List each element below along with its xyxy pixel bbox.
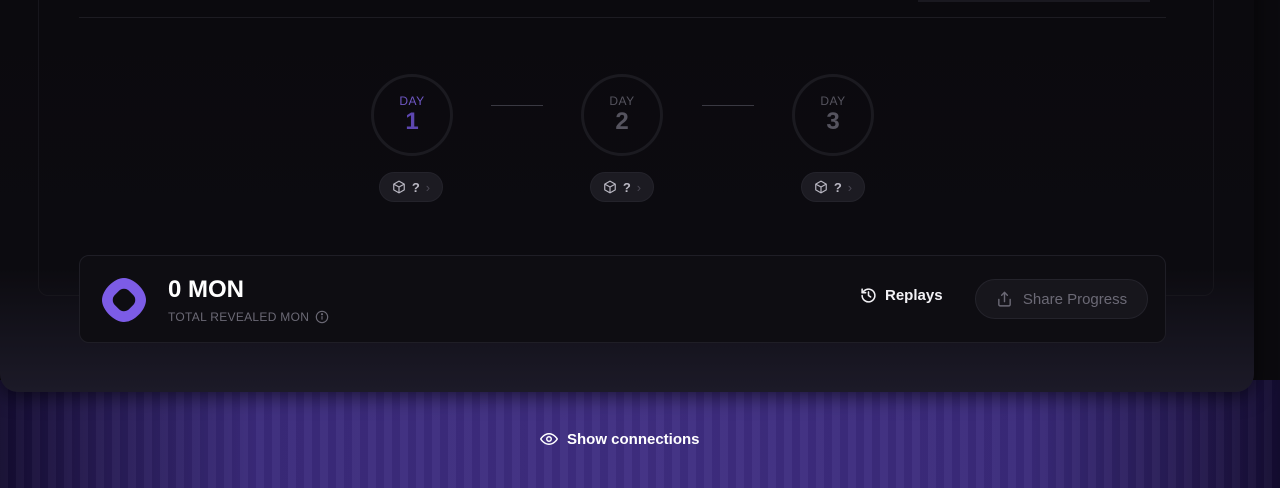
day-label: DAY <box>609 94 635 108</box>
show-connections-label: Show connections <box>567 430 700 448</box>
day-2-reward-chip[interactable]: ? › <box>590 172 654 202</box>
step-connector <box>491 105 543 106</box>
chip-value: ? <box>833 179 842 195</box>
day-1-reward-chip[interactable]: ? › <box>379 172 443 202</box>
day-3-reward-chip[interactable]: ? › <box>801 172 865 202</box>
chip-value: ? <box>411 179 420 195</box>
show-connections-button[interactable]: Show connections <box>540 430 700 448</box>
share-progress-button[interactable]: Share Progress <box>975 279 1148 319</box>
top-divider-stub <box>918 0 1150 2</box>
cube-icon <box>393 180 405 194</box>
amount-label-text: TOTAL REVEALED MON <box>168 310 310 324</box>
day-step-3: DAY 3 <box>792 74 874 156</box>
cube-icon <box>815 180 827 194</box>
share-progress-label: Share Progress <box>1022 290 1128 308</box>
share-icon <box>998 291 1011 307</box>
step-connector <box>702 105 754 106</box>
day-number: 3 <box>826 108 840 135</box>
mon-logo-icon <box>102 278 146 322</box>
day-step-1: DAY 1 <box>371 74 453 156</box>
replays-label: Replays <box>885 287 943 304</box>
day-number: 2 <box>615 108 629 135</box>
top-divider <box>79 17 1166 18</box>
total-mon-label: TOTAL REVEALED MON <box>168 310 329 324</box>
chevron-right-icon: › <box>636 179 642 195</box>
chip-value: ? <box>622 179 631 195</box>
day-step-2: DAY 2 <box>581 74 663 156</box>
info-icon[interactable] <box>315 310 329 324</box>
chevron-right-icon: › <box>847 179 853 195</box>
day-label: DAY <box>399 94 425 108</box>
day-number: 1 <box>405 108 419 135</box>
cube-icon <box>604 180 616 194</box>
replays-button[interactable]: Replays <box>860 287 943 304</box>
history-icon <box>861 288 876 303</box>
stats-bar: 0 MON TOTAL REVEALED MON Replays Share P… <box>79 255 1166 343</box>
chevron-right-icon: › <box>425 179 431 195</box>
day-label: DAY <box>820 94 846 108</box>
page: DAY 1 DAY 2 DAY 3 ? › ? › ? › 0 MON TOTA… <box>0 0 1280 488</box>
total-mon-amount: 0 MON <box>168 276 245 303</box>
eye-icon <box>540 433 558 445</box>
